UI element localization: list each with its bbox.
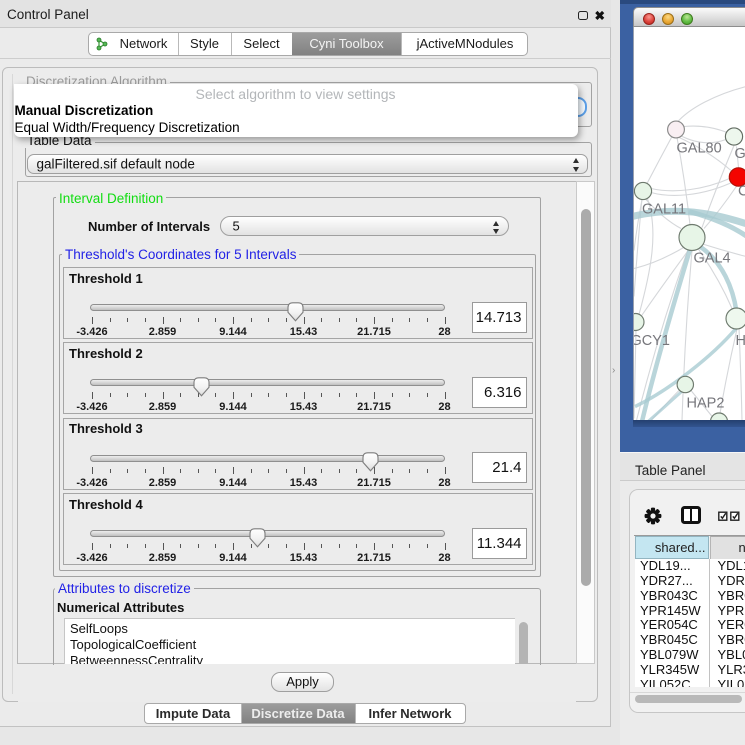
svg-text:GAL80: GAL80 <box>677 140 722 156</box>
svg-text:C: C <box>738 183 745 199</box>
svg-text:H: H <box>736 333 745 349</box>
svg-text:GAL11: GAL11 <box>642 201 686 217</box>
svg-text:GA: GA <box>735 146 745 162</box>
svg-text:HAP2: HAP2 <box>687 395 725 411</box>
svg-text:GAL4: GAL4 <box>694 250 731 266</box>
svg-text:GCY1: GCY1 <box>634 333 670 349</box>
